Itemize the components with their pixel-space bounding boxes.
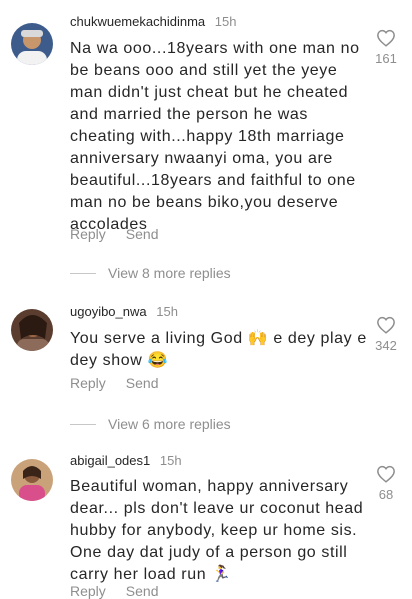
like-button[interactable]: 161 (370, 29, 402, 66)
comment-actions: Reply Send (70, 375, 159, 391)
comment-username-row: ugoyibo_nwa 15h (70, 304, 178, 319)
avatar[interactable] (11, 459, 53, 501)
like-count: 68 (378, 487, 394, 502)
view-replies-button[interactable]: View 6 more replies (70, 416, 231, 432)
comment-username-row: abigail_odes1 15h (70, 453, 182, 468)
comment-time: 15h (156, 304, 178, 319)
heart-outline-icon[interactable] (376, 29, 396, 47)
username[interactable]: abigail_odes1 (70, 453, 150, 468)
reply-button[interactable]: Reply (70, 375, 106, 391)
view-replies-label[interactable]: View 8 more replies (108, 265, 231, 281)
heart-outline-icon[interactable] (376, 465, 396, 483)
send-button[interactable]: Send (126, 226, 159, 242)
username[interactable]: chukwuemekachidinma (70, 14, 205, 29)
comment-actions: Reply Send (70, 226, 159, 242)
avatar[interactable] (11, 23, 53, 65)
running-woman-emoji: 🏃‍♀️ (211, 566, 232, 583)
divider-line (70, 272, 96, 274)
comment-text: Na wa ooo...18years with one man no be b… (70, 40, 360, 233)
view-replies-label[interactable]: View 6 more replies (108, 416, 231, 432)
comment-time: 15h (159, 453, 182, 468)
laughing-emoji: 😂 (147, 352, 168, 369)
like-button[interactable]: 342 (370, 316, 402, 353)
view-replies-button[interactable]: View 8 more replies (70, 265, 231, 281)
like-button[interactable]: 68 (370, 465, 402, 502)
raising-hands-emoji: 🙌 (247, 330, 269, 347)
like-count: 161 (375, 51, 397, 66)
comment-time: 15h (214, 14, 237, 29)
comment-text: Beautiful woman, happy anniversary dear.… (70, 476, 370, 586)
like-count: 342 (375, 338, 397, 353)
divider-line (70, 423, 96, 425)
comment-username-row: chukwuemekachidinma 15h (70, 14, 236, 29)
comment-text-part: You serve a living God (70, 330, 248, 347)
send-button[interactable]: Send (126, 375, 159, 391)
avatar[interactable] (11, 309, 53, 351)
heart-outline-icon[interactable] (376, 316, 396, 334)
comment-text: You serve a living God 🙌 e dey play e de… (70, 328, 370, 372)
username[interactable]: ugoyibo_nwa (70, 304, 147, 319)
reply-button[interactable]: Reply (70, 226, 106, 242)
